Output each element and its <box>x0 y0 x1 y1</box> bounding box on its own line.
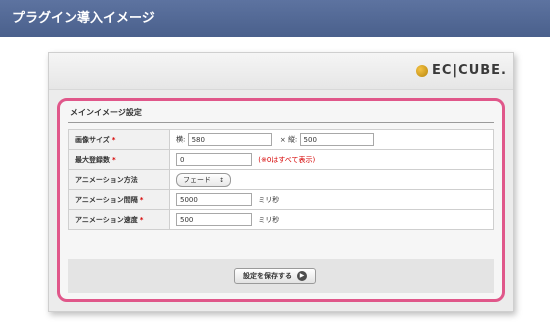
settings-form-table: 画像サイズ * 横: 580 × 縦: 500 最大登録数 * 0 (※0はすべて表… <box>68 129 494 230</box>
image-size-value-cell: 横: 580 × 縦: 500 <box>169 129 494 150</box>
table-row: アニメーション速度 * 500 ミリ秒 <box>68 209 494 230</box>
required-mark: * <box>139 195 144 204</box>
max-count-label: 最大登録数 <box>75 155 110 164</box>
animation-interval-unit: ミリ秒 <box>258 195 280 204</box>
ec-cube-logo: EC|CUBE. <box>416 63 507 78</box>
image-size-label-cell: 画像サイズ * <box>68 129 170 150</box>
ec-cube-admin-screen: EC|CUBE. メインイメージ設定 画像サイズ * 横: 580 × 縦: 50… <box>48 52 514 312</box>
logo-text: EC|CUBE. <box>432 63 507 78</box>
arrow-right-circle-icon: ▶ <box>297 271 307 281</box>
max-count-label-cell: 最大登録数 * <box>68 149 170 170</box>
required-mark: * <box>111 135 116 144</box>
max-count-value-cell: 0 (※0はすべて表示) <box>169 149 494 170</box>
table-row: 画像サイズ * 横: 580 × 縦: 500 <box>68 129 494 150</box>
save-button-label: 設定を保存する <box>243 272 292 280</box>
banner-title: プラグイン導入イメージ <box>12 11 155 26</box>
animation-method-value-cell: フェード ↕ <box>169 169 494 190</box>
table-row: 最大登録数 * 0 (※0はすべて表示) <box>68 149 494 170</box>
animation-speed-unit: ミリ秒 <box>258 215 280 224</box>
animation-interval-label: アニメーション間隔 <box>75 195 138 204</box>
animation-speed-value-cell: 500 ミリ秒 <box>169 209 494 230</box>
animation-interval-input[interactable]: 5000 <box>176 193 252 206</box>
width-input[interactable]: 580 <box>187 133 272 146</box>
main-image-settings-panel: メインイメージ設定 画像サイズ * 横: 580 × 縦: 500 最大登録数 * <box>57 98 505 302</box>
max-count-note: (※0はすべて表示) <box>258 155 316 164</box>
page-banner: プラグイン導入イメージ <box>0 0 550 37</box>
table-row: アニメーション間隔 * 5000 ミリ秒 <box>68 189 494 210</box>
animation-speed-label: アニメーション速度 <box>75 215 138 224</box>
form-footer: 設定を保存する ▶ <box>68 259 494 293</box>
animation-speed-label-cell: アニメーション速度 * <box>68 209 170 230</box>
section-divider <box>68 122 494 123</box>
height-label: 縦: <box>287 135 298 144</box>
animation-method-select[interactable]: フェード ↕ <box>176 172 232 187</box>
section-title: メインイメージ設定 <box>70 108 142 117</box>
animation-method-label-cell: アニメーション方法 <box>68 169 170 190</box>
animation-interval-value-cell: 5000 ミリ秒 <box>169 189 494 210</box>
logo-mark-icon <box>416 64 428 77</box>
size-separator: × <box>279 135 286 144</box>
save-settings-button[interactable]: 設定を保存する ▶ <box>234 268 316 284</box>
max-count-input[interactable]: 0 <box>176 153 252 166</box>
animation-interval-label-cell: アニメーション間隔 * <box>68 189 170 210</box>
admin-header: EC|CUBE. <box>49 53 513 90</box>
table-row: アニメーション方法 フェード ↕ <box>68 169 494 190</box>
animation-method-selected: フェード <box>183 175 211 184</box>
required-mark: * <box>139 215 144 224</box>
animation-speed-input[interactable]: 500 <box>176 213 252 226</box>
animation-method-label: アニメーション方法 <box>75 175 138 184</box>
width-label: 横: <box>176 135 186 144</box>
required-mark: * <box>112 155 116 164</box>
height-input[interactable]: 500 <box>299 133 374 146</box>
image-size-label: 画像サイズ <box>75 135 110 144</box>
select-arrows-icon: ↕ <box>219 176 225 184</box>
